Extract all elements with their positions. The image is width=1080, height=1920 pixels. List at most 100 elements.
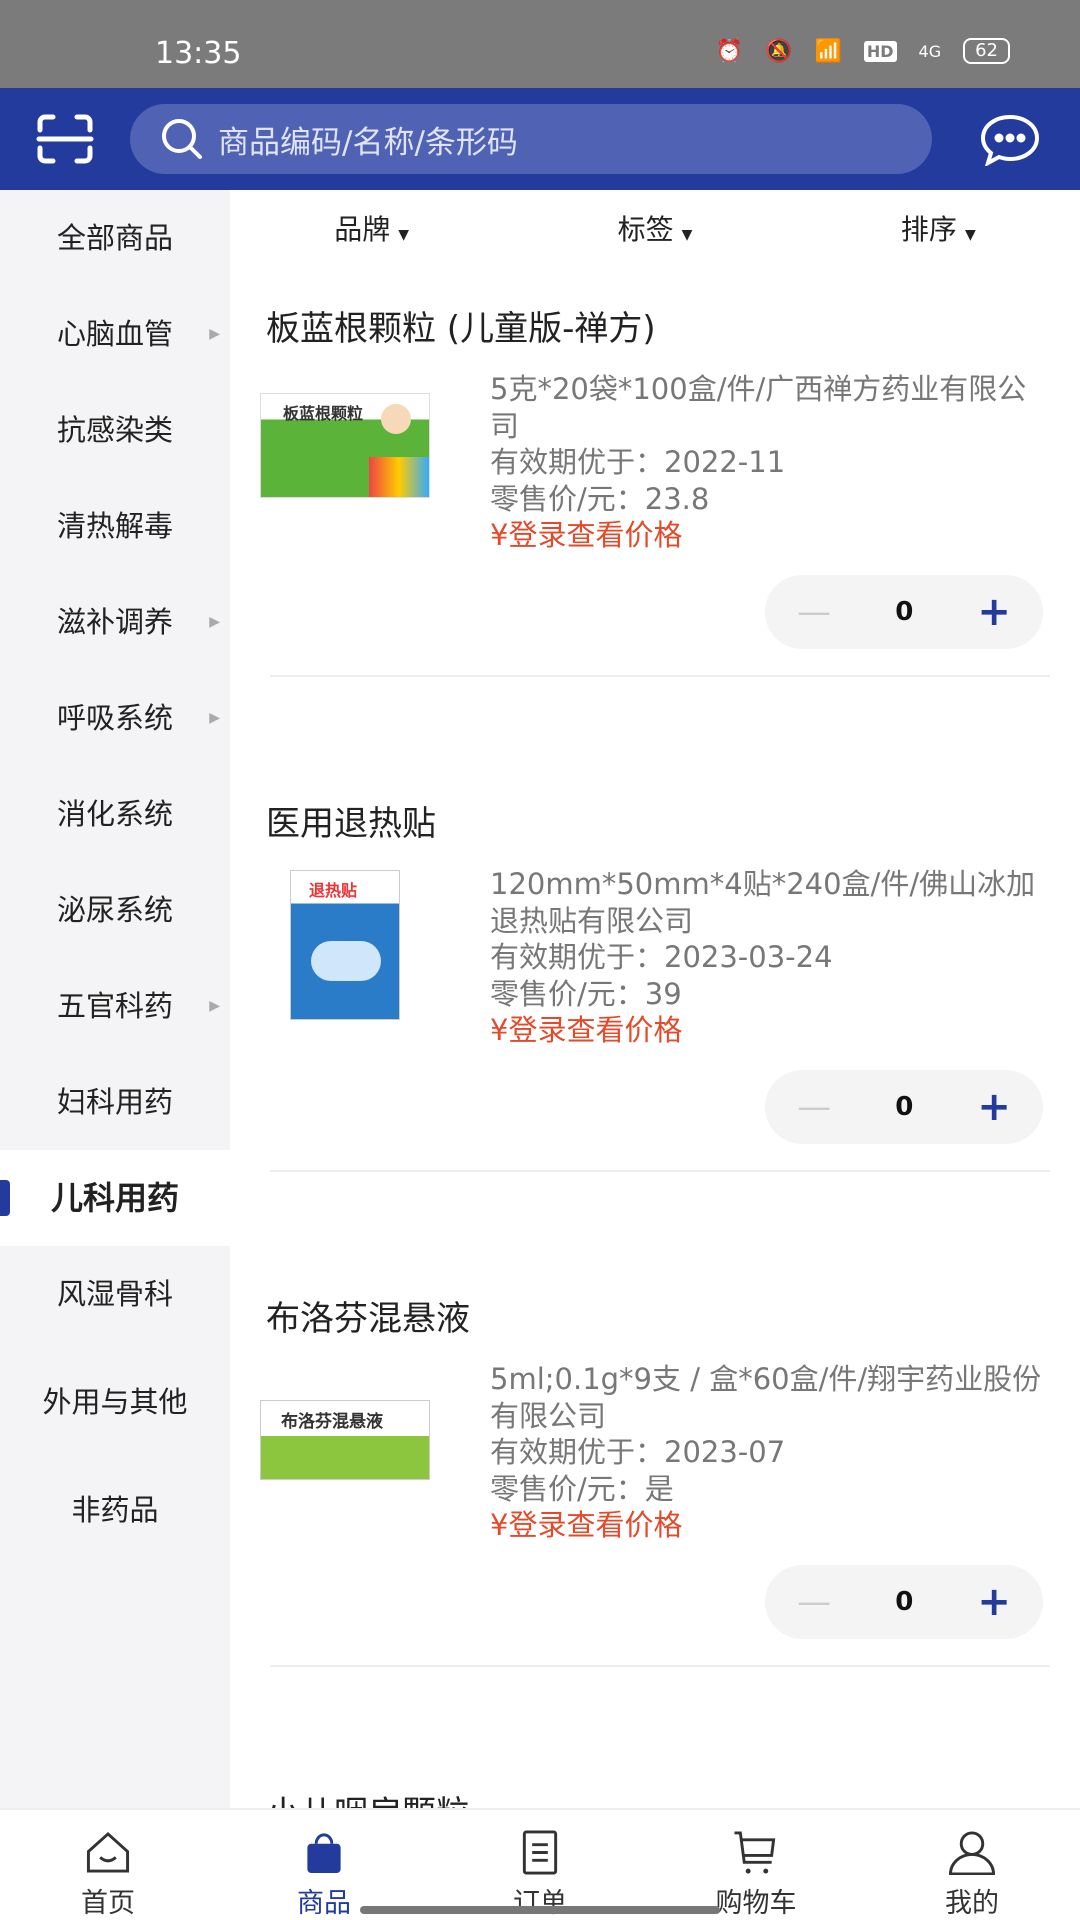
app-header: 商品编码/名称/条形码	[0, 88, 1080, 190]
product-card[interactable]: 布洛芬混悬液 布洛芬混悬液 5ml;0.1g*9支 / 盒*60盒/件/翔宇药业股份…	[230, 1255, 1080, 1750]
sidebar-item-label: 儿科用药	[50, 1179, 179, 1217]
decrease-button[interactable]: —	[797, 1087, 831, 1127]
decrease-button[interactable]: —	[797, 592, 831, 632]
chevron-right-icon: ▶	[209, 710, 220, 726]
caret-down-icon: ▼	[681, 226, 693, 243]
divider	[270, 1665, 1050, 1667]
sidebar-item[interactable]: 非药品	[0, 1462, 230, 1558]
filter-tag[interactable]: 标签 ▼	[618, 208, 693, 248]
nav-tab[interactable]: 购物车	[648, 1810, 864, 1920]
bottom-nav: 首页 商品 订单 购物车 我的	[0, 1808, 1080, 1920]
login-price-link[interactable]: ¥登录查看价格	[490, 1507, 1050, 1544]
sidebar-item-label: 消化系统	[56, 797, 173, 831]
sidebar-item[interactable]: 外用与其他	[0, 1342, 230, 1462]
login-price-link[interactable]: ¥登录查看价格	[490, 517, 1050, 554]
chat-icon[interactable]	[980, 114, 1040, 166]
sidebar-item[interactable]: 滋补调养 ▶	[0, 574, 230, 670]
nav-tab[interactable]: 首页	[0, 1810, 216, 1920]
nav-tab[interactable]: 订单	[432, 1810, 648, 1920]
quantity-value[interactable]: 0	[895, 1092, 913, 1122]
user-icon	[949, 1831, 995, 1875]
sidebar-item-label: 心脑血管	[56, 317, 173, 351]
cart-icon	[734, 1831, 776, 1874]
product-info: 5克*20袋*100盒/件/广西禅方药业有限公司 有效期优于：2022-11 零售价…	[490, 371, 1050, 554]
increase-button[interactable]: +	[977, 1084, 1011, 1130]
sidebar-item[interactable]: 清热解毒	[0, 478, 230, 574]
product-retail-price: 零售价/元：39	[490, 976, 682, 1011]
decrease-button[interactable]: —	[797, 1582, 831, 1622]
search-icon	[162, 119, 202, 159]
search-input[interactable]: 商品编码/名称/条形码	[130, 104, 932, 174]
filter-sort[interactable]: 排序 ▼	[901, 208, 976, 248]
product-retail-price: 零售价/元：是	[490, 1471, 674, 1506]
status-time: 13:35	[155, 36, 242, 71]
product-image[interactable]: 退热贴	[260, 870, 430, 1020]
sidebar-item[interactable]: 风湿骨科	[0, 1246, 230, 1342]
increase-button[interactable]: +	[977, 1579, 1011, 1625]
product-list[interactable]: 板蓝根颗粒 (儿童版-禅方) 板蓝根颗粒 5克*20袋*100盒/件/广西禅方药业有…	[230, 265, 1080, 1834]
product-expiry: 有效期优于：2023-03-24	[490, 940, 833, 974]
hd-icon: HD	[863, 40, 897, 62]
sidebar-item-label: 风湿骨科	[56, 1277, 173, 1311]
chevron-right-icon: ▶	[209, 326, 220, 342]
sidebar-item[interactable]: 五官科药 ▶	[0, 958, 230, 1054]
sidebar-item-label: 五官科药	[56, 989, 173, 1023]
sidebar-item[interactable]: 心脑血管 ▶	[0, 286, 230, 382]
product-name[interactable]: 板蓝根颗粒 (儿童版-禅方)	[266, 301, 656, 350]
home-icon	[86, 1831, 130, 1873]
nav-label: 购物车	[715, 1888, 797, 1919]
sidebar-item[interactable]: 消化系统	[0, 766, 230, 862]
product-image[interactable]: 布洛芬混悬液	[260, 1365, 430, 1515]
nav-tab[interactable]: 商品	[216, 1810, 432, 1920]
sidebar-item-label: 清热解毒	[56, 509, 173, 543]
divider	[270, 675, 1050, 677]
quantity-stepper: — 0 +	[765, 1565, 1043, 1639]
quantity-stepper: — 0 +	[765, 575, 1043, 649]
battery-icon: 62	[963, 38, 1010, 64]
product-expiry: 有效期优于：2022-11	[490, 445, 786, 479]
nav-label: 我的	[945, 1888, 999, 1919]
nav-tab[interactable]: 我的	[864, 1810, 1080, 1920]
home-indicator[interactable]	[360, 1906, 720, 1914]
nav-label: 首页	[81, 1888, 135, 1919]
sidebar-item[interactable]: 儿科用药	[0, 1150, 230, 1246]
nav-label: 订单	[513, 1888, 567, 1919]
product-name[interactable]: 布洛芬混悬液	[266, 1291, 470, 1340]
login-price-link[interactable]: ¥登录查看价格	[490, 1012, 1050, 1049]
caret-down-icon: ▼	[964, 226, 976, 243]
sidebar-item[interactable]: 泌尿系统	[0, 862, 230, 958]
search-placeholder: 商品编码/名称/条形码	[218, 124, 518, 161]
scan-icon[interactable]	[36, 114, 94, 164]
sidebar-item-label: 妇科用药	[56, 1085, 173, 1119]
sidebar-item[interactable]: 抗感染类	[0, 382, 230, 478]
sidebar-item-label: 外用与其他	[42, 1385, 188, 1419]
quantity-stepper: — 0 +	[765, 1070, 1043, 1144]
category-sidebar: 全部商品 心脑血管 ▶ 抗感染类 清热解毒 滋补调养 ▶ 呼吸系统 ▶ 消化系统 泌尿系统 五官科药 ▶…	[0, 190, 230, 1808]
product-image[interactable]: 板蓝根颗粒	[260, 375, 430, 525]
sidebar-item-label: 全部商品	[56, 221, 173, 255]
quantity-value[interactable]: 0	[895, 1587, 913, 1617]
sidebar-item[interactable]: 呼吸系统 ▶	[0, 670, 230, 766]
quantity-value[interactable]: 0	[895, 597, 913, 627]
product-card[interactable]: 板蓝根颗粒 (儿童版-禅方) 板蓝根颗粒 5克*20袋*100盒/件/广西禅方药业有…	[230, 265, 1080, 760]
sidebar-item[interactable]: 全部商品	[0, 190, 230, 286]
sidebar-item-label: 呼吸系统	[56, 701, 173, 735]
status-icons: ⏰ 🔕 📶 HD 4G 62	[716, 38, 1010, 64]
product-card[interactable]: 医用退热贴退热贴 120mm*50mm*4贴*240盒/件/佛山冰加退热贴有限公司…	[230, 760, 1080, 1255]
sidebar-item[interactable]: 妇科用药	[0, 1054, 230, 1150]
product-retail-price: 零售价/元：23.8	[490, 481, 710, 516]
increase-button[interactable]: +	[977, 589, 1011, 635]
bag-icon	[307, 1833, 341, 1874]
wifi-icon: 📶	[814, 38, 842, 64]
sidebar-item-label: 滋补调养	[56, 605, 173, 639]
product-info: 120mm*50mm*4贴*240盒/件/佛山冰加退热贴有限公司 有效期优于：20…	[490, 866, 1050, 1049]
alarm-icon: ⏰	[715, 38, 744, 64]
chevron-right-icon: ▶	[209, 614, 220, 630]
divider	[270, 1170, 1050, 1172]
product-name[interactable]: 医用退热贴	[266, 796, 436, 845]
sidebar-item-label: 非药品	[71, 1493, 159, 1527]
product-spec: 120mm*50mm*4贴*240盒/件/佛山冰加退热贴有限公司	[490, 867, 1036, 938]
nav-label: 商品	[297, 1888, 351, 1919]
filter-brand[interactable]: 品牌 ▼	[334, 208, 409, 248]
status-bar: 13:35 ⏰ 🔕 📶 HD 4G 62	[0, 0, 1080, 88]
